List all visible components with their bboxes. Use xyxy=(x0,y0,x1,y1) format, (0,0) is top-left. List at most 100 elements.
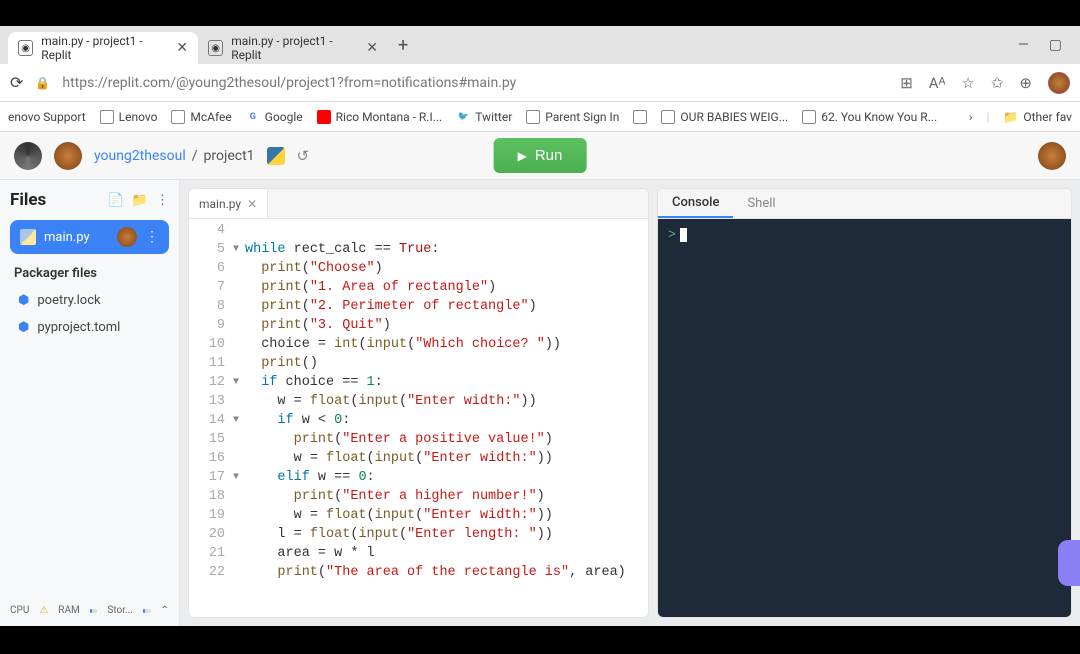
packager-file[interactable]: pyproject.toml xyxy=(10,314,169,341)
code-line[interactable]: 17▼ elif w == 0: xyxy=(189,468,648,487)
user-avatar[interactable] xyxy=(54,142,82,170)
bookmark-item[interactable] xyxy=(633,110,647,124)
fold-icon[interactable]: ▼ xyxy=(233,411,245,430)
code-content: print("1. Area of rectangle") xyxy=(245,278,496,297)
fold-icon[interactable] xyxy=(233,335,245,354)
fold-icon[interactable] xyxy=(233,259,245,278)
code-line[interactable]: 4 xyxy=(189,221,648,240)
fold-icon[interactable] xyxy=(233,449,245,468)
file-more-icon[interactable]: ⋮ xyxy=(145,229,159,245)
minimize-icon[interactable]: — xyxy=(1018,37,1029,53)
code-line[interactable]: 8 print("2. Perimeter of rectangle") xyxy=(189,297,648,316)
chevron-up-icon[interactable]: ⌃ xyxy=(161,605,169,616)
line-number: 21 xyxy=(189,544,233,563)
lock-icon[interactable]: 🔒 xyxy=(35,76,50,90)
shell-tab[interactable]: Shell xyxy=(733,189,789,218)
close-icon[interactable]: ✕ xyxy=(247,197,257,211)
code-line[interactable]: 21 area = w * l xyxy=(189,544,648,563)
storage-label: Stor... xyxy=(107,605,133,616)
refresh-icon[interactable]: ⟳ xyxy=(10,73,23,92)
extensions-icon[interactable]: ⊞ xyxy=(900,74,913,92)
code-line[interactable]: 11 print() xyxy=(189,354,648,373)
fold-icon[interactable] xyxy=(233,297,245,316)
read-aloud-icon[interactable]: Aᴬ xyxy=(929,74,946,92)
fold-icon[interactable]: ▼ xyxy=(233,468,245,487)
help-fab[interactable] xyxy=(1058,540,1080,586)
bookmark-item[interactable]: McAfee xyxy=(171,110,231,124)
file-item-main[interactable]: main.py ⋮ xyxy=(10,220,169,254)
fold-icon[interactable] xyxy=(233,392,245,411)
browser-tab[interactable]: ◉ main.py - project1 - Replit ✕ xyxy=(198,32,388,64)
fold-icon[interactable] xyxy=(233,316,245,335)
console-tab[interactable]: Console xyxy=(658,189,733,218)
history-icon[interactable]: ↺ xyxy=(297,147,310,165)
browser-tab-active[interactable]: ◉ main.py - project1 - Replit ✕ xyxy=(8,32,198,64)
code-line[interactable]: 15 print("Enter a positive value!") xyxy=(189,430,648,449)
new-file-icon[interactable]: 📄 xyxy=(108,193,124,208)
favorite-icon[interactable]: ☆ xyxy=(961,74,974,92)
code-editor[interactable]: 45▼while rect_calc == True:6 print("Choo… xyxy=(189,219,648,617)
bookmark-item[interactable]: GGoogle xyxy=(246,110,303,124)
project-name[interactable]: project1 xyxy=(204,148,255,164)
editor-tab-main[interactable]: main.py ✕ xyxy=(189,189,268,218)
account-avatar[interactable] xyxy=(1038,142,1066,170)
fold-icon[interactable] xyxy=(233,430,245,449)
fold-icon[interactable] xyxy=(233,563,245,582)
fold-icon[interactable] xyxy=(233,487,245,506)
code-line[interactable]: 13 w = float(input("Enter width:")) xyxy=(189,392,648,411)
fold-icon[interactable] xyxy=(233,354,245,373)
code-line[interactable]: 12▼ if choice == 1: xyxy=(189,373,648,392)
run-button[interactable]: Run xyxy=(494,138,587,173)
bookmark-item[interactable]: Rico Montana - R.I... xyxy=(317,110,443,124)
bookmark-item[interactable]: Parent Sign In xyxy=(526,110,619,124)
fold-icon[interactable] xyxy=(233,221,245,240)
code-content: print("Enter a positive value!") xyxy=(245,430,553,449)
code-line[interactable]: 10 choice = int(input("Which choice? ")) xyxy=(189,335,648,354)
code-line[interactable]: 22 print("The area of the rectangle is",… xyxy=(189,563,648,582)
code-line[interactable]: 5▼while rect_calc == True: xyxy=(189,240,648,259)
packager-file[interactable]: poetry.lock xyxy=(10,287,169,314)
page-icon xyxy=(633,110,647,124)
code-line[interactable]: 16 w = float(input("Enter width:")) xyxy=(189,449,648,468)
fold-icon[interactable]: ▼ xyxy=(233,240,245,259)
user-link[interactable]: young2thesoul xyxy=(94,148,186,164)
bookmark-item[interactable]: 62. You Know You R... xyxy=(802,110,937,124)
bookmark-item[interactable]: Lenovo xyxy=(100,110,158,124)
line-number: 14 xyxy=(189,411,233,430)
fold-icon[interactable] xyxy=(233,544,245,563)
new-folder-icon[interactable]: 📁 xyxy=(132,193,148,208)
other-favorites[interactable]: 📁Other fav xyxy=(1003,110,1072,124)
page-icon xyxy=(171,110,185,124)
code-line[interactable]: 20 l = float(input("Enter length: ")) xyxy=(189,525,648,544)
maximize-icon[interactable]: ▢ xyxy=(1049,37,1062,53)
bookmark-item[interactable]: 🐦Twitter xyxy=(456,110,512,124)
console-output[interactable]: > xyxy=(658,219,1071,617)
new-tab-button[interactable]: + xyxy=(388,35,418,56)
code-line[interactable]: 7 print("1. Area of rectangle") xyxy=(189,278,648,297)
bookmarks-overflow-icon[interactable]: › xyxy=(969,110,973,124)
code-content: elif w == 0: xyxy=(245,468,375,487)
more-icon[interactable]: ⋮ xyxy=(156,193,169,208)
code-line[interactable]: 14▼ if w < 0: xyxy=(189,411,648,430)
code-line[interactable]: 18 print("Enter a higher number!") xyxy=(189,487,648,506)
collections-icon[interactable]: ⊕ xyxy=(1019,74,1032,92)
ram-meter xyxy=(90,609,98,613)
line-number: 4 xyxy=(189,221,233,240)
console-cursor xyxy=(680,228,687,242)
replit-logo[interactable] xyxy=(14,142,42,170)
code-line[interactable]: 19 w = float(input("Enter width:")) xyxy=(189,506,648,525)
fold-icon[interactable]: ▼ xyxy=(233,373,245,392)
profile-avatar[interactable] xyxy=(1048,72,1070,94)
fold-icon[interactable] xyxy=(233,506,245,525)
fold-icon[interactable] xyxy=(233,525,245,544)
bookmark-item[interactable]: OUR BABIES WEIG... xyxy=(661,110,788,124)
code-line[interactable]: 9 print("3. Quit") xyxy=(189,316,648,335)
code-line[interactable]: 6 print("Choose") xyxy=(189,259,648,278)
line-number: 11 xyxy=(189,354,233,373)
close-tab-icon[interactable]: ✕ xyxy=(176,40,188,56)
favorites-bar-icon[interactable]: ✩ xyxy=(991,74,1004,92)
url-field[interactable]: https://replit.com/@young2thesoul/projec… xyxy=(62,75,888,91)
fold-icon[interactable] xyxy=(233,278,245,297)
bookmark-item[interactable]: enovo Support xyxy=(8,110,86,124)
close-tab-icon[interactable]: ✕ xyxy=(366,40,378,56)
